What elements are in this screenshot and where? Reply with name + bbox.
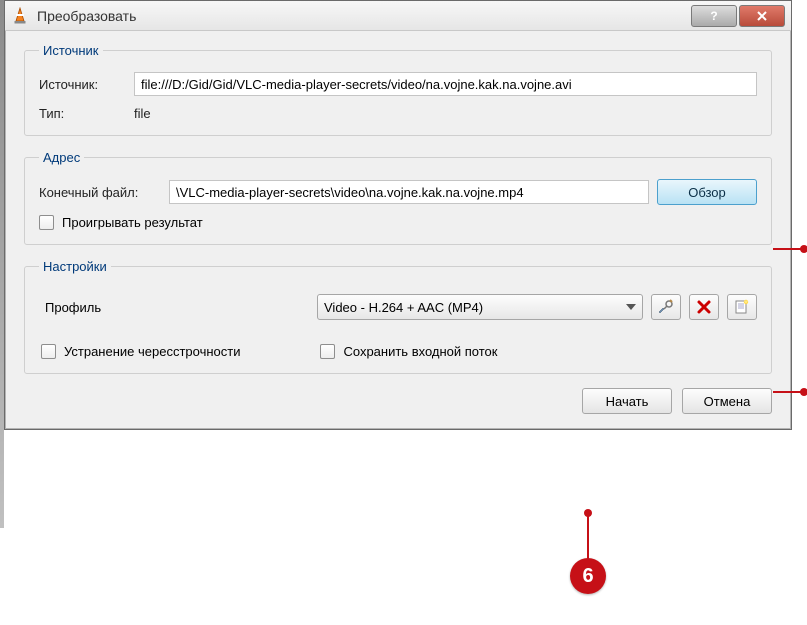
window-title: Преобразовать	[37, 8, 136, 24]
chevron-down-icon	[626, 304, 636, 310]
checkbox-icon	[39, 215, 54, 230]
source-group: Источник Источник: Тип: file	[24, 43, 772, 136]
annotation-dot	[800, 245, 807, 253]
type-value: file	[134, 106, 151, 121]
keep-input-label: Сохранить входной поток	[343, 344, 497, 359]
window-buttons: ?	[689, 5, 785, 27]
source-input[interactable]	[134, 72, 757, 96]
profile-combo[interactable]: Video - H.264 + AAC (MP4)	[317, 294, 643, 320]
deinterlace-checkbox[interactable]: Устранение чересстрочности	[41, 344, 240, 359]
delete-icon	[696, 299, 712, 315]
svg-text:?: ?	[710, 9, 717, 23]
annotation-line	[773, 391, 803, 393]
start-button[interactable]: Начать	[582, 388, 672, 414]
new-profile-icon	[733, 298, 751, 316]
profile-label: Профиль	[39, 300, 309, 315]
convert-dialog: Преобразовать ? Источник Источник: Тип: …	[4, 0, 792, 430]
settings-group: Настройки Профиль Video - H.264 + AAC (M…	[24, 259, 772, 374]
checkbox-icon	[320, 344, 335, 359]
new-profile-button[interactable]	[727, 294, 757, 320]
vlc-icon	[11, 7, 29, 25]
destination-group: Адрес Конечный файл: Обзор Проигрывать р…	[24, 150, 772, 245]
browse-button[interactable]: Обзор	[657, 179, 757, 205]
annotation-dot	[800, 388, 807, 396]
tools-icon	[657, 298, 675, 316]
cancel-button[interactable]: Отмена	[682, 388, 772, 414]
source-label: Источник:	[39, 77, 134, 92]
titlebar: Преобразовать ?	[5, 1, 791, 31]
keep-input-checkbox[interactable]: Сохранить входной поток	[320, 344, 497, 359]
close-button[interactable]	[739, 5, 785, 27]
delete-profile-button[interactable]	[689, 294, 719, 320]
dialog-body: Источник Источник: Тип: file Адрес Конеч…	[5, 31, 791, 429]
profile-selected: Video - H.264 + AAC (MP4)	[324, 300, 483, 315]
destination-legend: Адрес	[39, 150, 84, 165]
edit-profile-button[interactable]	[651, 294, 681, 320]
checkbox-icon	[41, 344, 56, 359]
annotation-line	[773, 248, 803, 250]
play-result-checkbox[interactable]: Проигрывать результат	[39, 215, 757, 230]
type-label: Тип:	[39, 106, 134, 121]
annotation-callout-6: 6	[570, 558, 606, 594]
source-legend: Источник	[39, 43, 103, 58]
annotation-line	[587, 513, 589, 559]
help-button[interactable]: ?	[691, 5, 737, 27]
dest-label: Конечный файл:	[39, 185, 169, 200]
deinterlace-label: Устранение чересстрочности	[64, 344, 240, 359]
settings-legend: Настройки	[39, 259, 111, 274]
play-result-label: Проигрывать результат	[62, 215, 203, 230]
dialog-footer: Начать Отмена	[24, 388, 772, 414]
dest-file-input[interactable]	[169, 180, 649, 204]
